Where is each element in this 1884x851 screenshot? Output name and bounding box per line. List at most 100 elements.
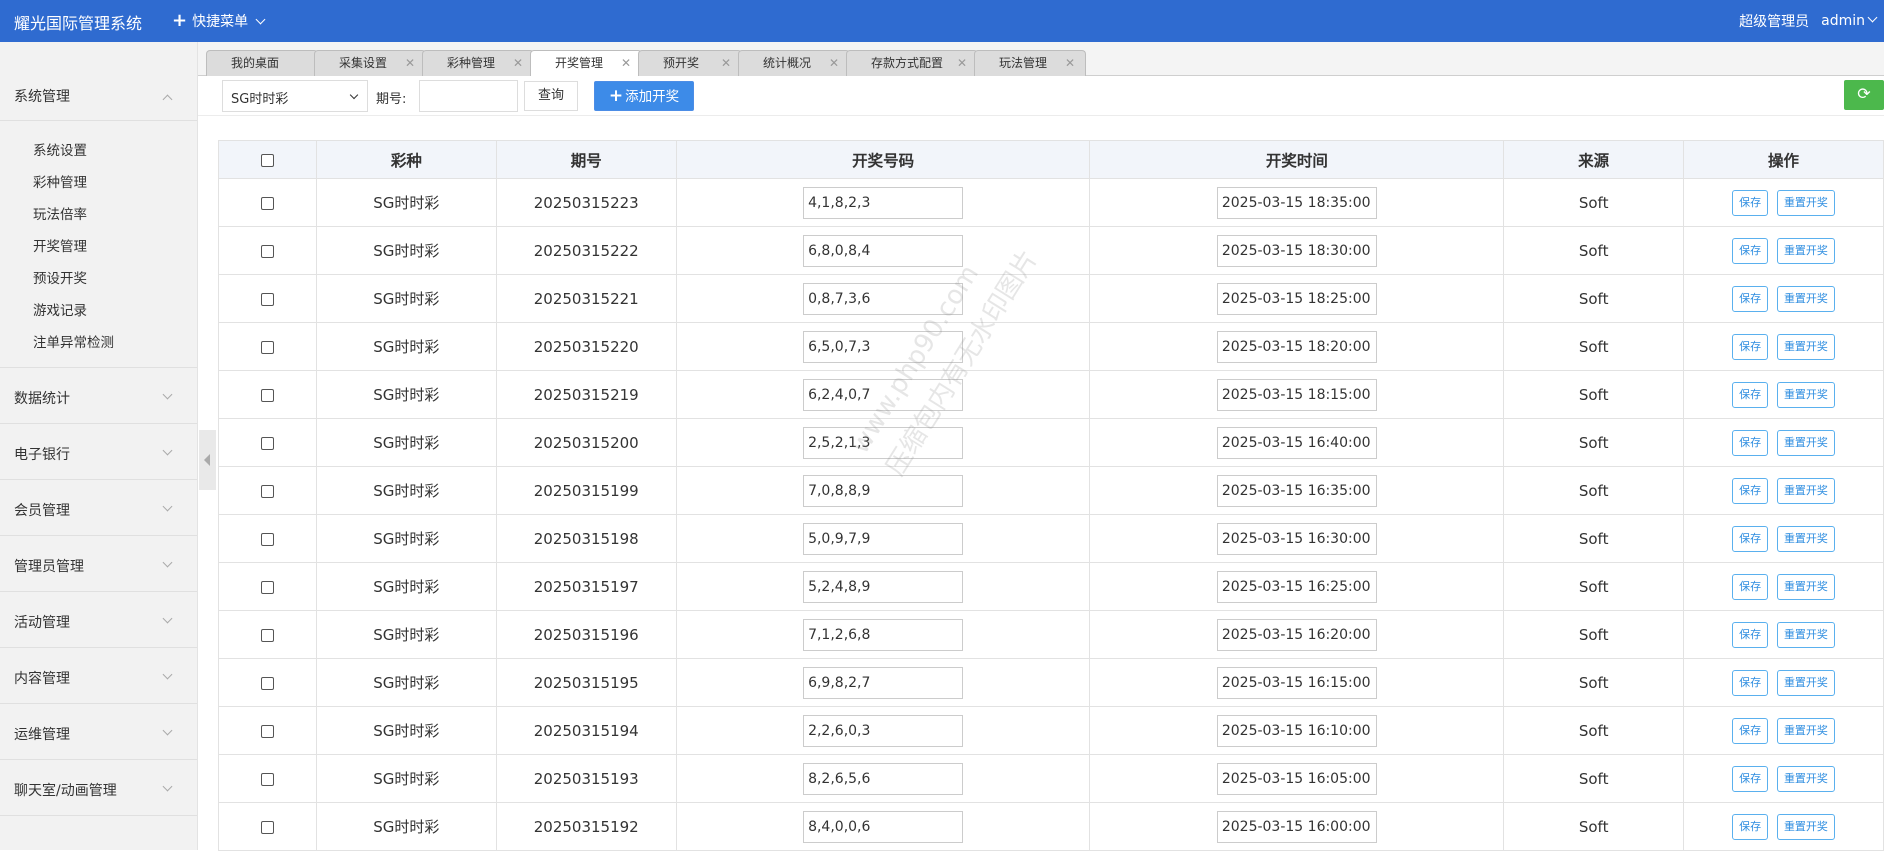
save-button[interactable]: 保存 (1732, 429, 1769, 456)
save-button[interactable]: 保存 (1732, 669, 1769, 696)
numbers-input[interactable]: 7,1,2,6,8 (803, 618, 964, 651)
numbers-input[interactable]: 7,0,8,8,9 (803, 474, 964, 507)
menu-group[interactable]: 电子银行 (0, 424, 197, 480)
numbers-input[interactable]: 2,5,2,1,3 (803, 426, 964, 459)
row-checkbox[interactable] (260, 292, 274, 306)
reset-draw-button[interactable]: 重置开奖 (1776, 621, 1835, 648)
row-checkbox[interactable] (260, 772, 274, 786)
reset-draw-button[interactable]: 重置开奖 (1776, 669, 1835, 696)
save-button[interactable]: 保存 (1732, 717, 1769, 744)
sidebar-item[interactable]: 游戏记录 (0, 295, 197, 327)
refresh-button[interactable]: ⟳ (1844, 80, 1884, 110)
row-checkbox[interactable] (260, 484, 274, 498)
quick-menu-button[interactable]: + 快捷菜单 (172, 11, 268, 31)
row-checkbox[interactable] (260, 724, 274, 738)
reset-draw-button[interactable]: 重置开奖 (1776, 429, 1835, 456)
sidebar-item[interactable]: 彩种管理 (0, 167, 197, 199)
sidebar-item[interactable]: 开奖管理 (0, 231, 197, 263)
reset-draw-button[interactable]: 重置开奖 (1776, 525, 1835, 552)
reset-draw-button[interactable]: 重置开奖 (1776, 717, 1835, 744)
time-input[interactable]: 2025-03-15 16:25:00 (1216, 570, 1377, 603)
save-button[interactable]: 保存 (1732, 381, 1769, 408)
row-checkbox[interactable] (260, 436, 274, 450)
tab-item[interactable]: 预开奖 ✕ (638, 50, 742, 76)
menu-group-header[interactable]: 系统管理 (0, 86, 197, 120)
row-checkbox[interactable] (260, 340, 274, 354)
numbers-input[interactable]: 6,2,4,0,7 (803, 378, 964, 411)
row-checkbox[interactable] (260, 628, 274, 642)
time-input[interactable]: 2025-03-15 18:20:00 (1216, 330, 1377, 363)
menu-group[interactable]: 聊天室/动画管理 (0, 760, 197, 816)
save-button[interactable]: 保存 (1732, 189, 1769, 216)
reset-draw-button[interactable]: 重置开奖 (1776, 765, 1835, 792)
numbers-input[interactable]: 2,2,6,0,3 (803, 714, 964, 747)
menu-group[interactable]: 管理员管理 (0, 536, 197, 592)
add-draw-button[interactable]: + 添加开奖 (594, 81, 694, 111)
save-button[interactable]: 保存 (1732, 333, 1769, 360)
close-icon[interactable]: ✕ (721, 51, 731, 75)
lottery-select[interactable]: SG时时彩 (222, 80, 368, 112)
time-input[interactable]: 2025-03-15 16:00:00 (1216, 810, 1377, 843)
numbers-input[interactable]: 5,0,9,7,9 (803, 522, 964, 555)
tab-item[interactable]: 我的桌面 (206, 50, 318, 76)
tab-item[interactable]: 采集设置 ✕ (314, 50, 426, 76)
row-checkbox[interactable] (260, 196, 274, 210)
row-checkbox[interactable] (260, 820, 274, 834)
close-icon[interactable]: ✕ (513, 51, 523, 75)
select-all-checkbox[interactable] (260, 153, 274, 167)
reset-draw-button[interactable]: 重置开奖 (1776, 285, 1835, 312)
save-button[interactable]: 保存 (1732, 621, 1769, 648)
menu-group[interactable]: 内容管理 (0, 648, 197, 704)
save-button[interactable]: 保存 (1732, 285, 1769, 312)
reset-draw-button[interactable]: 重置开奖 (1776, 381, 1835, 408)
reset-draw-button[interactable]: 重置开奖 (1776, 333, 1835, 360)
menu-group[interactable]: 活动管理 (0, 592, 197, 648)
save-button[interactable]: 保存 (1732, 237, 1769, 264)
reset-draw-button[interactable]: 重置开奖 (1776, 813, 1835, 840)
time-input[interactable]: 2025-03-15 18:15:00 (1216, 378, 1377, 411)
numbers-input[interactable]: 6,9,8,2,7 (803, 666, 964, 699)
numbers-input[interactable]: 6,8,0,8,4 (803, 234, 964, 267)
numbers-input[interactable]: 5,2,4,8,9 (803, 570, 964, 603)
numbers-input[interactable]: 8,2,6,5,6 (803, 762, 964, 795)
row-checkbox[interactable] (260, 532, 274, 546)
reset-draw-button[interactable]: 重置开奖 (1776, 477, 1835, 504)
menu-group[interactable]: 数据统计 (0, 368, 197, 424)
row-checkbox[interactable] (260, 244, 274, 258)
tab-item[interactable]: 开奖管理 ✕ (530, 50, 642, 77)
sidebar-collapse-handle[interactable] (199, 430, 216, 490)
close-icon[interactable]: ✕ (957, 51, 967, 75)
time-input[interactable]: 2025-03-15 18:30:00 (1216, 234, 1377, 267)
save-button[interactable]: 保存 (1732, 765, 1769, 792)
time-input[interactable]: 2025-03-15 16:20:00 (1216, 618, 1377, 651)
row-checkbox[interactable] (260, 388, 274, 402)
save-button[interactable]: 保存 (1732, 573, 1769, 600)
save-button[interactable]: 保存 (1732, 813, 1769, 840)
query-button[interactable]: 查询 (524, 81, 578, 111)
sidebar-item[interactable]: 系统设置 (0, 135, 197, 167)
sidebar-item[interactable]: 玩法倍率 (0, 199, 197, 231)
row-checkbox[interactable] (260, 580, 274, 594)
save-button[interactable]: 保存 (1732, 525, 1769, 552)
tab-item[interactable]: 彩种管理 ✕ (422, 50, 534, 76)
numbers-input[interactable]: 4,1,8,2,3 (803, 186, 964, 219)
sidebar-item[interactable]: 注单异常检测 (0, 327, 197, 359)
time-input[interactable]: 2025-03-15 16:35:00 (1216, 474, 1377, 507)
sidebar-item[interactable]: 预设开奖 (0, 263, 197, 295)
numbers-input[interactable]: 6,5,0,7,3 (803, 330, 964, 363)
time-input[interactable]: 2025-03-15 16:10:00 (1216, 714, 1377, 747)
close-icon[interactable]: ✕ (1065, 51, 1075, 75)
tab-item[interactable]: 玩法管理 ✕ (974, 50, 1086, 76)
time-input[interactable]: 2025-03-15 18:35:00 (1216, 186, 1377, 219)
tab-item[interactable]: 存款方式配置 ✕ (846, 50, 978, 76)
close-icon[interactable]: ✕ (621, 51, 631, 75)
user-menu[interactable]: admin (1821, 12, 1880, 29)
time-input[interactable]: 2025-03-15 16:30:00 (1216, 522, 1377, 555)
time-input[interactable]: 2025-03-15 16:15:00 (1216, 666, 1377, 699)
time-input[interactable]: 2025-03-15 18:25:00 (1216, 282, 1377, 315)
tab-item[interactable]: 统计概况 ✕ (738, 50, 850, 76)
time-input[interactable]: 2025-03-15 16:40:00 (1216, 426, 1377, 459)
reset-draw-button[interactable]: 重置开奖 (1776, 189, 1835, 216)
close-icon[interactable]: ✕ (405, 51, 415, 75)
numbers-input[interactable]: 0,8,7,3,6 (803, 282, 964, 315)
